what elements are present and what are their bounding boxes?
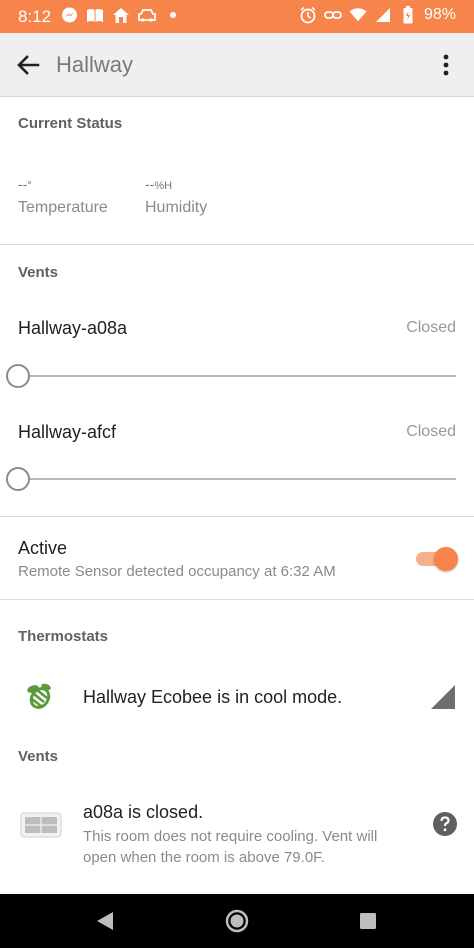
page-title: Hallway bbox=[56, 52, 134, 77]
vents-status-heading: Vents bbox=[18, 748, 59, 765]
humidity-label: Humidity bbox=[145, 199, 208, 216]
vent-slider-thumb-a08a[interactable] bbox=[6, 364, 30, 388]
vents-heading: Vents bbox=[18, 264, 59, 281]
divider bbox=[0, 599, 474, 600]
status-time: 8:12 bbox=[18, 7, 52, 26]
dot-icon bbox=[164, 6, 182, 24]
vent-grille-icon bbox=[20, 810, 62, 840]
divider bbox=[0, 244, 474, 245]
back-arrow-icon[interactable] bbox=[14, 51, 42, 79]
signal-icon bbox=[374, 6, 392, 24]
humidity-value: --%H bbox=[145, 176, 173, 192]
ecobee-bee-icon bbox=[24, 680, 56, 712]
vent-name-a08a: Hallway-a08a bbox=[18, 318, 128, 338]
battery-percent: 98% bbox=[423, 6, 456, 23]
active-toggle[interactable] bbox=[414, 547, 458, 571]
current-status-heading: Current Status bbox=[18, 115, 123, 132]
vent-name-afcf: Hallway-afcf bbox=[18, 422, 117, 442]
wifi-icon bbox=[349, 6, 367, 24]
car-icon bbox=[138, 6, 156, 24]
vent-state-afcf: Closed bbox=[406, 423, 456, 440]
temperature-value: --° bbox=[18, 176, 32, 192]
link-icon bbox=[324, 6, 342, 24]
thermostat-status-text: Hallway Ecobee is in cool mode. bbox=[83, 687, 343, 707]
divider bbox=[0, 516, 474, 517]
nav-home-icon[interactable] bbox=[223, 907, 251, 935]
status-left-icons bbox=[60, 6, 182, 24]
thermostats-heading: Thermostats bbox=[18, 628, 109, 645]
vent-state-a08a: Closed bbox=[406, 319, 456, 336]
toggle-knob bbox=[434, 547, 458, 571]
messenger-icon bbox=[60, 6, 78, 24]
battery-icon bbox=[399, 6, 417, 24]
thermostat-signal-icon bbox=[430, 684, 456, 710]
app-bar: Hallway bbox=[0, 33, 474, 97]
status-bar: 8:12 98% bbox=[0, 0, 474, 33]
vent-closed-title: a08a is closed. bbox=[83, 802, 204, 822]
nav-recents-icon[interactable] bbox=[354, 907, 382, 935]
vent-slider-afcf[interactable] bbox=[18, 478, 456, 480]
vent-slider-thumb-afcf[interactable] bbox=[6, 467, 30, 491]
help-icon[interactable] bbox=[432, 811, 458, 837]
navigation-bar bbox=[0, 894, 474, 948]
more-vert-icon[interactable] bbox=[436, 51, 456, 79]
nav-back-icon[interactable] bbox=[91, 907, 119, 935]
vent-slider-a08a[interactable] bbox=[18, 375, 456, 377]
status-right-icons: 98% bbox=[299, 6, 456, 24]
temperature-label: Temperature bbox=[18, 199, 108, 216]
alarm-icon bbox=[299, 6, 317, 24]
active-subtitle: Remote Sensor detected occupancy at 6:32… bbox=[18, 563, 336, 580]
home-icon bbox=[112, 6, 130, 24]
vent-closed-description: This room does not require cooling. Vent… bbox=[83, 828, 378, 866]
active-title: Active bbox=[18, 538, 68, 558]
book-icon bbox=[86, 6, 104, 24]
